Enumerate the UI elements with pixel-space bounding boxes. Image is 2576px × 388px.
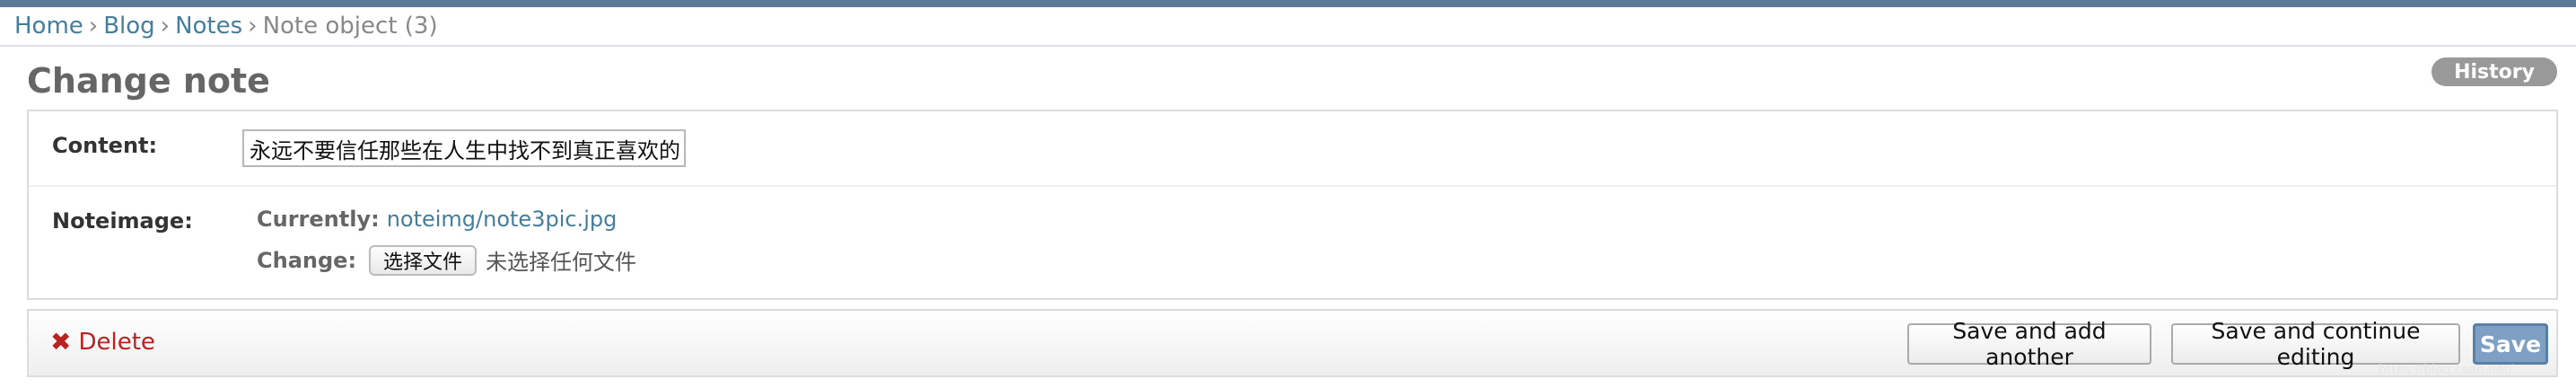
submit-row: ✖ Delete Save and add another Save and c… — [27, 309, 2558, 377]
content-input[interactable]: 永远不要信任那些在人生中找不到真正喜欢的 — [242, 129, 686, 167]
breadcrumb-app-link[interactable]: Blog — [103, 13, 154, 40]
breadcrumb-separator: › — [248, 13, 258, 40]
currently-label: Currently: — [257, 207, 380, 232]
change-label: Change: — [257, 247, 357, 273]
breadcrumb-home-link[interactable]: Home — [14, 13, 83, 40]
change-file-line: Change: 选择文件 未选择任何文件 — [257, 244, 636, 276]
breadcrumb-model-link[interactable]: Notes — [175, 13, 242, 40]
current-file-line: Currently: noteimg/note3pic.jpg — [257, 207, 617, 232]
delete-label: Delete — [78, 329, 155, 356]
content-form-row: Content: 永远不要信任那些在人生中找不到真正喜欢的 — [29, 111, 2556, 187]
content-label: Content: — [52, 133, 158, 158]
watermark-text: https://blog.csdn.net/... — [2379, 363, 2526, 377]
breadcrumb: Home › Blog › Notes › Note object (3) — [0, 7, 2576, 47]
delete-link[interactable]: ✖ Delete — [50, 329, 155, 356]
save-button[interactable]: Save — [2473, 323, 2548, 365]
current-file-link[interactable]: noteimg/note3pic.jpg — [387, 207, 618, 232]
top-header-bar — [0, 0, 2576, 7]
save-and-continue-button[interactable]: Save and continue editing — [2171, 318, 2460, 370]
page-title: Change note — [27, 61, 270, 101]
noteimage-label: Noteimage: — [52, 208, 193, 234]
breadcrumb-separator: › — [88, 13, 99, 40]
save-and-add-another-button[interactable]: Save and add another — [1907, 318, 2151, 370]
delete-icon: ✖ — [50, 327, 72, 357]
breadcrumb-separator: › — [160, 13, 171, 40]
history-button[interactable]: History — [2431, 57, 2557, 86]
breadcrumb-current: Note object (3) — [262, 13, 438, 40]
choose-file-button[interactable]: 选择文件 — [369, 244, 478, 276]
note-fieldset: Content: 永远不要信任那些在人生中找不到真正喜欢的 Noteimage:… — [27, 110, 2558, 300]
no-file-chosen-text: 未选择任何文件 — [486, 250, 637, 275]
noteimage-form-row: Noteimage: Currently: noteimg/note3pic.j… — [29, 187, 2556, 300]
